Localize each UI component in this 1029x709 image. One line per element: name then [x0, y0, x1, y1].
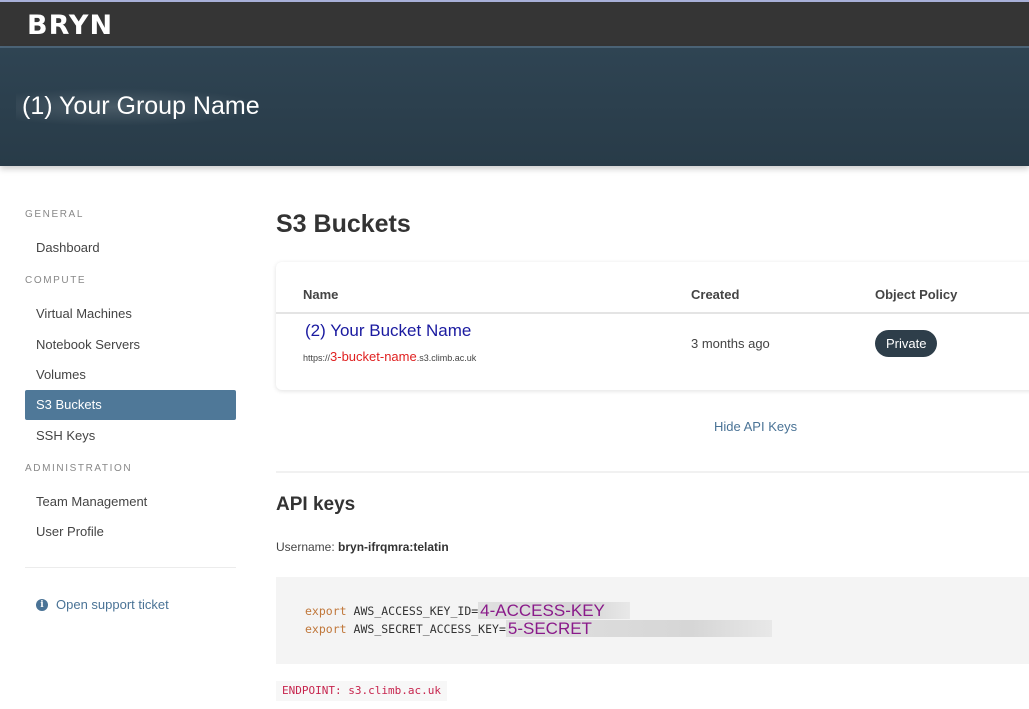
bucket-url: https://3-bucket-name.s3.climb.ac.uk [303, 349, 476, 364]
username-value: bryn-ifrqmra:telatin [338, 540, 449, 554]
table-header-divider [276, 312, 1029, 314]
sidebar-item-virtual-machines[interactable]: Virtual Machines [25, 299, 236, 329]
page-title: S3 Buckets [276, 210, 411, 238]
top-navbar: BRYN [0, 0, 1029, 48]
sidebar-item-s3-buckets[interactable]: S3 Buckets [25, 390, 236, 420]
column-header-object-policy: Object Policy [875, 287, 958, 302]
secret-key-value: 5-SECRET [505, 620, 772, 637]
sidebar-item-team-management[interactable]: Team Management [25, 487, 236, 517]
api-keys-title: API keys [276, 494, 356, 515]
code-line-secret-key: export AWS_SECRET_ACCESS_KEY= 5-SECRET [305, 620, 772, 637]
support-link-label: Open support ticket [56, 597, 169, 612]
column-header-name: Name [303, 287, 339, 302]
sidebar-item-user-profile[interactable]: User Profile [25, 517, 236, 547]
hide-api-keys-link[interactable]: Hide API Keys [714, 419, 797, 434]
group-name: (1) Your Group Name [16, 88, 266, 126]
bucket-name-link[interactable]: (2) Your Bucket Name [305, 321, 471, 341]
bucket-url-prefix: https:// [303, 353, 331, 363]
bucket-url-bucket: 3-bucket-name [330, 349, 417, 364]
code-variable: AWS_ACCESS_KEY_ID= [353, 603, 479, 618]
access-key-value: 4-ACCESS-KEY [478, 602, 631, 619]
section-label-general: GENERAL [25, 209, 84, 220]
code-keyword: export [305, 603, 347, 618]
sidebar-item-volumes[interactable]: Volumes [25, 360, 236, 390]
column-header-created: Created [691, 287, 740, 302]
buckets-table-card: Name Created Object Policy (2) Your Buck… [276, 262, 1029, 390]
section-label-administration: ADMINISTRATION [25, 463, 133, 474]
section-label-compute: COMPUTE [25, 275, 87, 286]
sidebar-divider [25, 567, 236, 568]
api-keys-code-block: export AWS_ACCESS_KEY_ID= 4-ACCESS-KEY e… [276, 577, 1029, 664]
code-keyword: export [305, 621, 347, 636]
endpoint-label: ENDPOINT: s3.climb.ac.uk [276, 681, 447, 701]
code-line-access-key: export AWS_ACCESS_KEY_ID= 4-ACCESS-KEY [305, 602, 631, 619]
code-variable: AWS_SECRET_ACCESS_KEY= [353, 621, 506, 636]
username-label: Username: [276, 540, 335, 554]
sidebar-item-ssh-keys[interactable]: SSH Keys [25, 421, 236, 451]
object-policy-badge: Private [875, 330, 938, 357]
bucket-url-suffix: .s3.climb.ac.uk [416, 353, 477, 363]
open-support-ticket-link[interactable]: i Open support ticket [36, 597, 169, 612]
bucket-created: 3 months ago [691, 336, 770, 351]
sidebar-item-dashboard[interactable]: Dashboard [25, 233, 236, 263]
sidebar-item-notebook-servers[interactable]: Notebook Servers [25, 330, 236, 360]
section-divider [276, 471, 1029, 473]
info-icon: i [36, 598, 48, 611]
api-username: Username: bryn-ifrqmra:telatin [276, 540, 449, 554]
bryn-logo[interactable]: BRYN [27, 10, 113, 41]
